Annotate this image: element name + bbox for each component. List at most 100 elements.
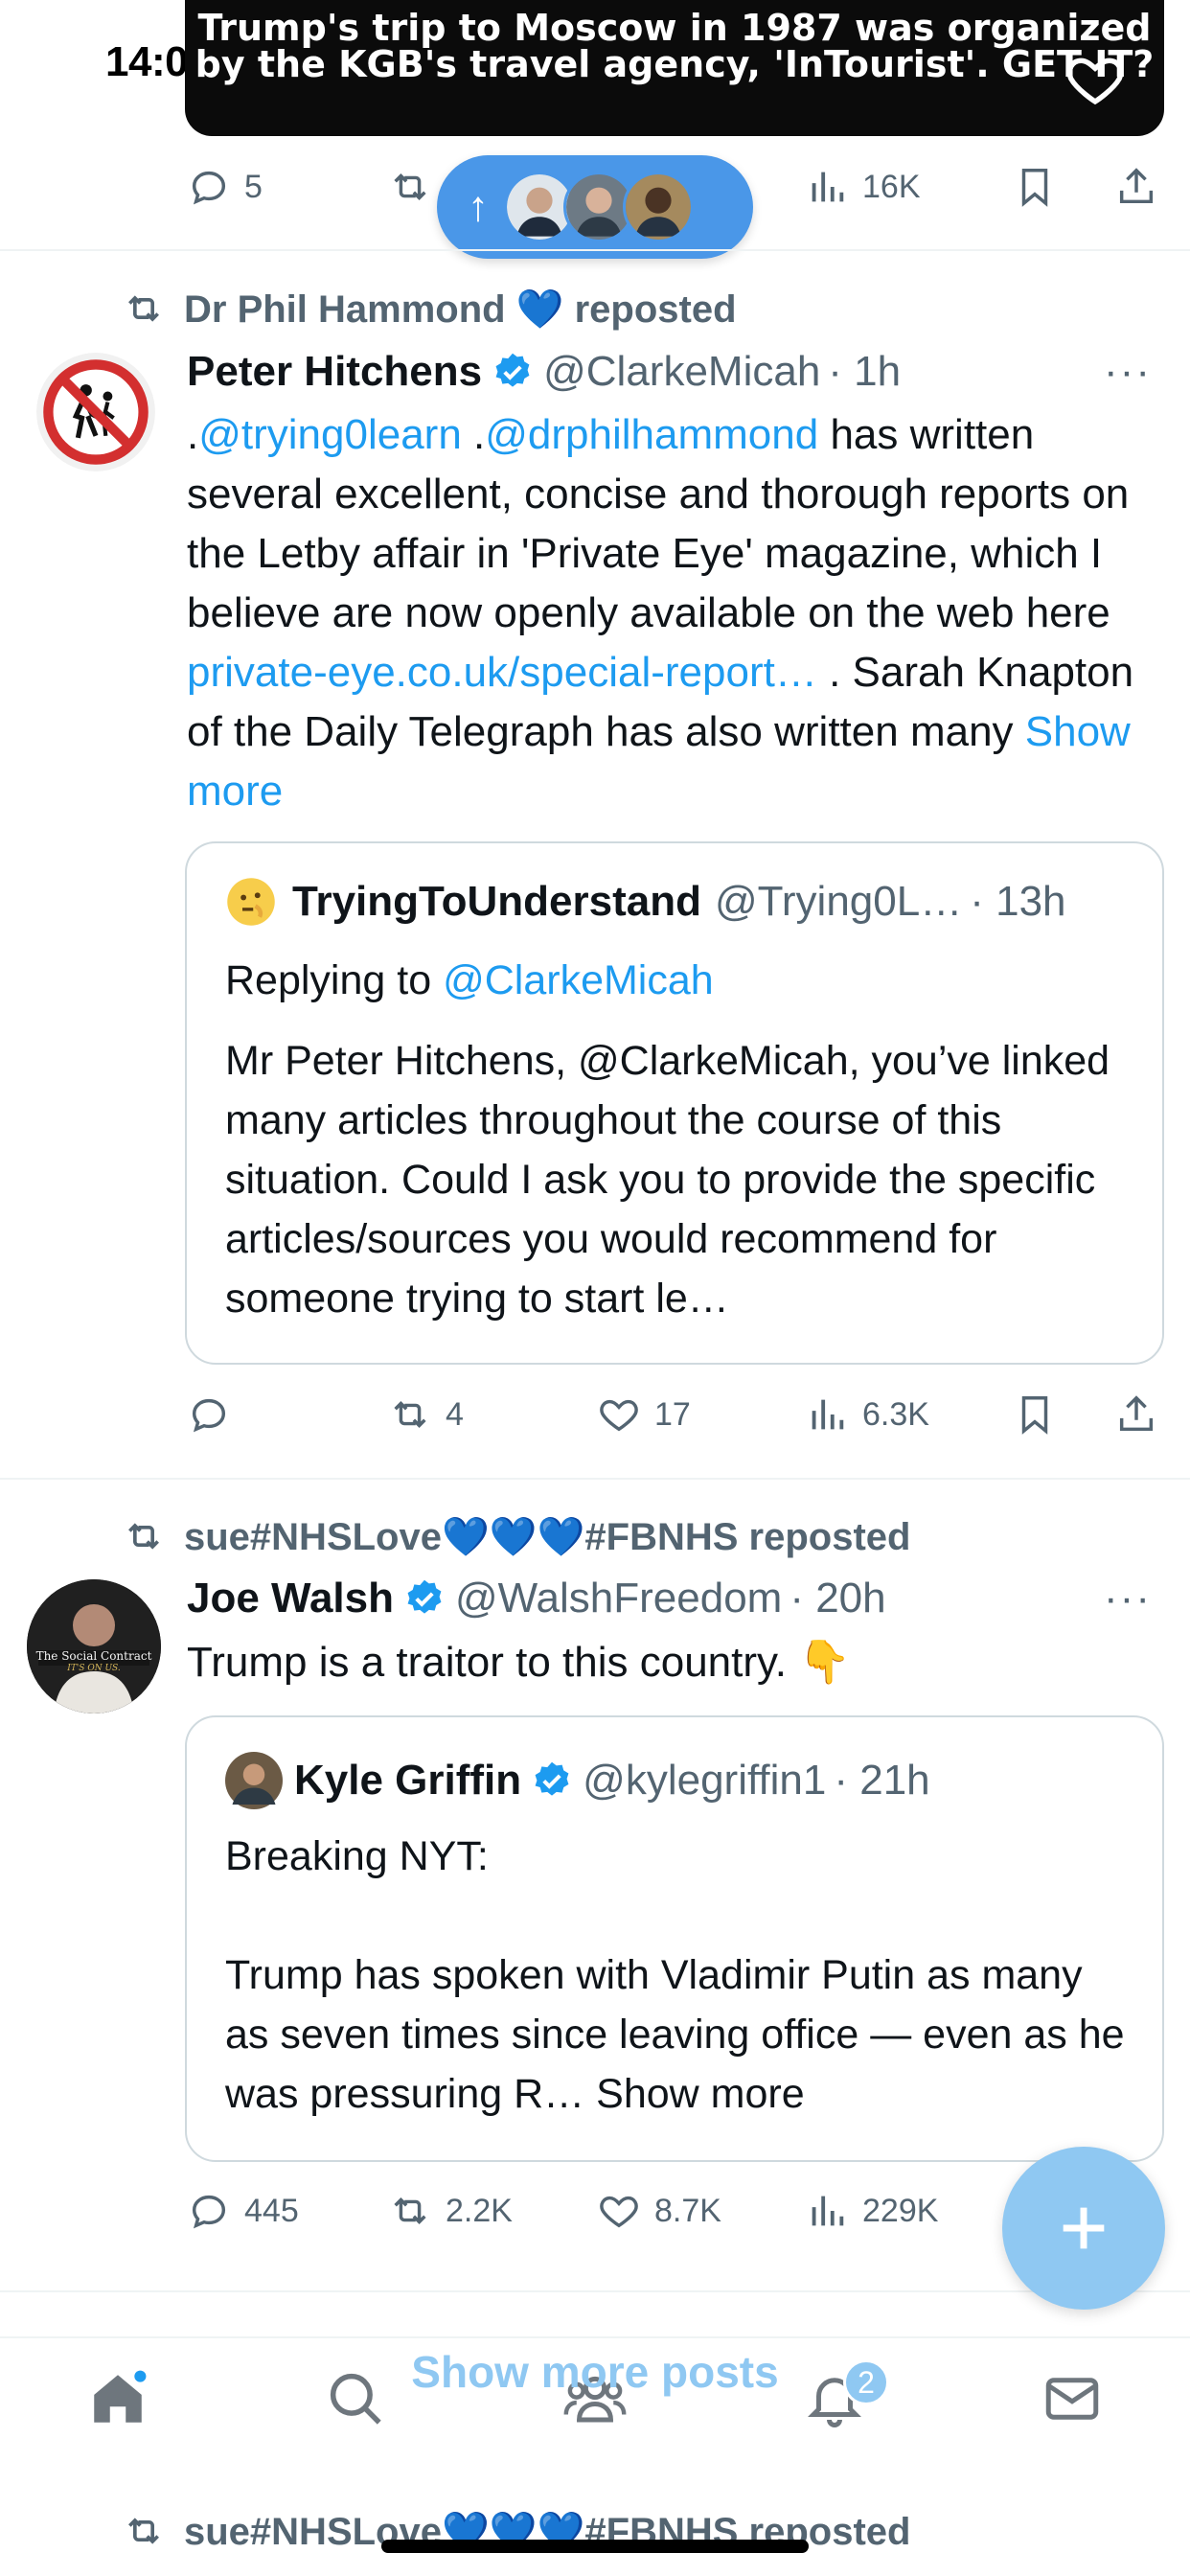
reply-button[interactable]: 445: [187, 2173, 299, 2249]
text-fragment: .: [461, 411, 486, 458]
bookmark-icon: [1021, 1396, 1048, 1435]
heart-icon[interactable]: [1064, 48, 1126, 109]
verified-badge-icon: [535, 1761, 569, 1796]
mention-link[interactable]: @drphilhammond: [485, 411, 818, 458]
author-handle[interactable]: @ClarkeMicah: [543, 348, 820, 396]
post-actions: 4 17 6.3K: [187, 1376, 1164, 1453]
media-caption: Trump's trip to Moscow in 1987 was organ…: [195, 7, 1155, 85]
mention-link[interactable]: @trying0learn: [198, 411, 462, 458]
repost-icon: [394, 1401, 426, 1428]
avatar-subtext: IT'S ON US.: [67, 1664, 121, 1673]
quoted-post-time: · 13h: [970, 878, 1066, 925]
quoted-post-headline: Breaking NYT:: [225, 1833, 489, 1879]
heart-icon: [600, 1399, 638, 1432]
repost-icon: [128, 295, 159, 322]
avatar-portrait: [27, 1579, 161, 1714]
repost-label: Dr Phil Hammond 💙 reposted: [184, 288, 737, 331]
url-link[interactable]: private-eye.co.uk/special-report…: [187, 649, 817, 696]
notification-badge: 2: [843, 2359, 889, 2405]
repost-header[interactable]: sue#NHSLove💙💙💙#FBNHS reposted: [123, 1512, 910, 1560]
quoted-post-text: Trump has spoken with Vladimir Putin as …: [225, 1945, 1135, 2124]
post-text: .@trying0learn .@drphilhammond has writt…: [187, 405, 1155, 821]
quoted-author-name: Kyle Griffin: [294, 1757, 522, 1804]
mention-link[interactable]: @ClarkeMicah: [443, 957, 714, 1003]
verified-badge-icon: [495, 353, 530, 387]
avatar-text: The Social Contract: [35, 1649, 152, 1663]
show-more-posts-button[interactable]: Show more posts: [0, 2346, 1190, 2398]
reply-button[interactable]: [187, 1376, 244, 1453]
repost-label: sue#NHSLove💙💙💙#FBNHS reposted: [184, 1515, 911, 1558]
repost-header[interactable]: Dr Phil Hammond 💙 reposted: [123, 285, 737, 333]
author-handle[interactable]: @WalshFreedom: [455, 1575, 782, 1622]
share-button[interactable]: [1114, 149, 1158, 225]
like-count: 17: [654, 1395, 691, 1433]
views-button[interactable]: 6.3K: [805, 1376, 929, 1453]
author-name[interactable]: Joe Walsh: [187, 1575, 394, 1622]
quoted-post-time: · 21h: [834, 1757, 930, 1804]
avatar: [227, 878, 275, 926]
replying-to-label: Replying to: [225, 957, 444, 1003]
post-media-image[interactable]: Trump's trip to Moscow in 1987 was organ…: [185, 0, 1164, 136]
share-icon: [1119, 168, 1154, 204]
reply-button[interactable]: 5: [187, 149, 263, 225]
reply-count: 445: [244, 2192, 299, 2229]
post-time: · 1h: [828, 348, 902, 395]
post-time: · 20h: [790, 1575, 886, 1622]
views-icon: [812, 2196, 844, 2226]
views-count: 6.3K: [862, 1395, 929, 1433]
repost-button[interactable]: [388, 149, 432, 225]
show-more-link[interactable]: Show more: [584, 2071, 805, 2117]
post-header: Peter Hitchens @ClarkeMicah · 1h ···: [187, 345, 1190, 399]
like-button[interactable]: 17: [597, 1376, 691, 1453]
views-icon: [812, 1399, 844, 1430]
repost-count: 4: [446, 1395, 464, 1433]
repost-count: 2.2K: [446, 2192, 513, 2229]
repost-icon: [394, 173, 426, 200]
home-indicator: [381, 2540, 809, 2553]
divider: [0, 1478, 1190, 1480]
reply-icon: [192, 171, 226, 205]
reply-count: 5: [244, 168, 263, 205]
like-count: 8.7K: [654, 2192, 721, 2229]
status-time: 14:0: [105, 38, 189, 85]
quoted-post-text: Mr Peter Hitchens, @ClarkeMicah, you’ve …: [225, 1038, 1110, 1322]
views-button[interactable]: 229K: [805, 2173, 938, 2249]
replying-to: Replying to @ClarkeMicah: [225, 951, 1135, 1010]
views-button[interactable]: 16K: [805, 149, 921, 225]
quoted-post[interactable]: TryingToUnderstand @Trying0L… · 13h Repl…: [185, 841, 1164, 1365]
like-button[interactable]: 8.7K: [597, 2173, 721, 2249]
bookmark-icon: [1021, 169, 1048, 207]
more-options-icon[interactable]: ···: [1104, 1575, 1152, 1622]
avatar[interactable]: [36, 353, 155, 472]
divider: [0, 249, 1190, 251]
repost-icon: [128, 1523, 159, 1550]
quoted-author-name: TryingToUnderstand: [292, 878, 701, 925]
repost-icon: [394, 2197, 426, 2224]
views-icon: [812, 172, 844, 202]
quoted-post-header: TryingToUnderstand @Trying0L… · 13h: [225, 876, 1066, 928]
views-count: 16K: [862, 168, 921, 205]
divider: [0, 2290, 1190, 2292]
author-name[interactable]: Peter Hitchens: [187, 348, 482, 396]
avatar: [225, 1752, 283, 1809]
share-button[interactable]: [1114, 1376, 1158, 1453]
more-options-icon[interactable]: ···: [1104, 348, 1152, 396]
share-icon: [1119, 1395, 1154, 1432]
heart-icon: [600, 2196, 638, 2228]
compose-button[interactable]: [1002, 2147, 1165, 2310]
bookmark-button[interactable]: [1013, 1376, 1057, 1453]
post-header: Joe Walsh @WalshFreedom · 20h ···: [187, 1572, 1190, 1625]
quoted-author-handle: @Trying0L…: [714, 878, 963, 925]
avatar: [623, 172, 694, 242]
bookmark-button[interactable]: [1013, 149, 1057, 225]
reply-icon: [192, 2195, 226, 2229]
reply-icon: [192, 1398, 226, 1433]
new-posts-pill[interactable]: ↑: [437, 155, 753, 259]
views-count: 229K: [862, 2192, 939, 2229]
avatar[interactable]: The Social Contract IT'S ON US.: [27, 1579, 161, 1714]
verified-badge-icon: [407, 1579, 442, 1614]
repost-button[interactable]: 4: [388, 1376, 464, 1453]
repost-button[interactable]: 2.2K: [388, 2173, 513, 2249]
quoted-post[interactable]: Kyle Griffin @kylegriffin1 · 21h Breakin…: [185, 1715, 1164, 2162]
quoted-author-handle: @kylegriffin1: [583, 1757, 827, 1804]
